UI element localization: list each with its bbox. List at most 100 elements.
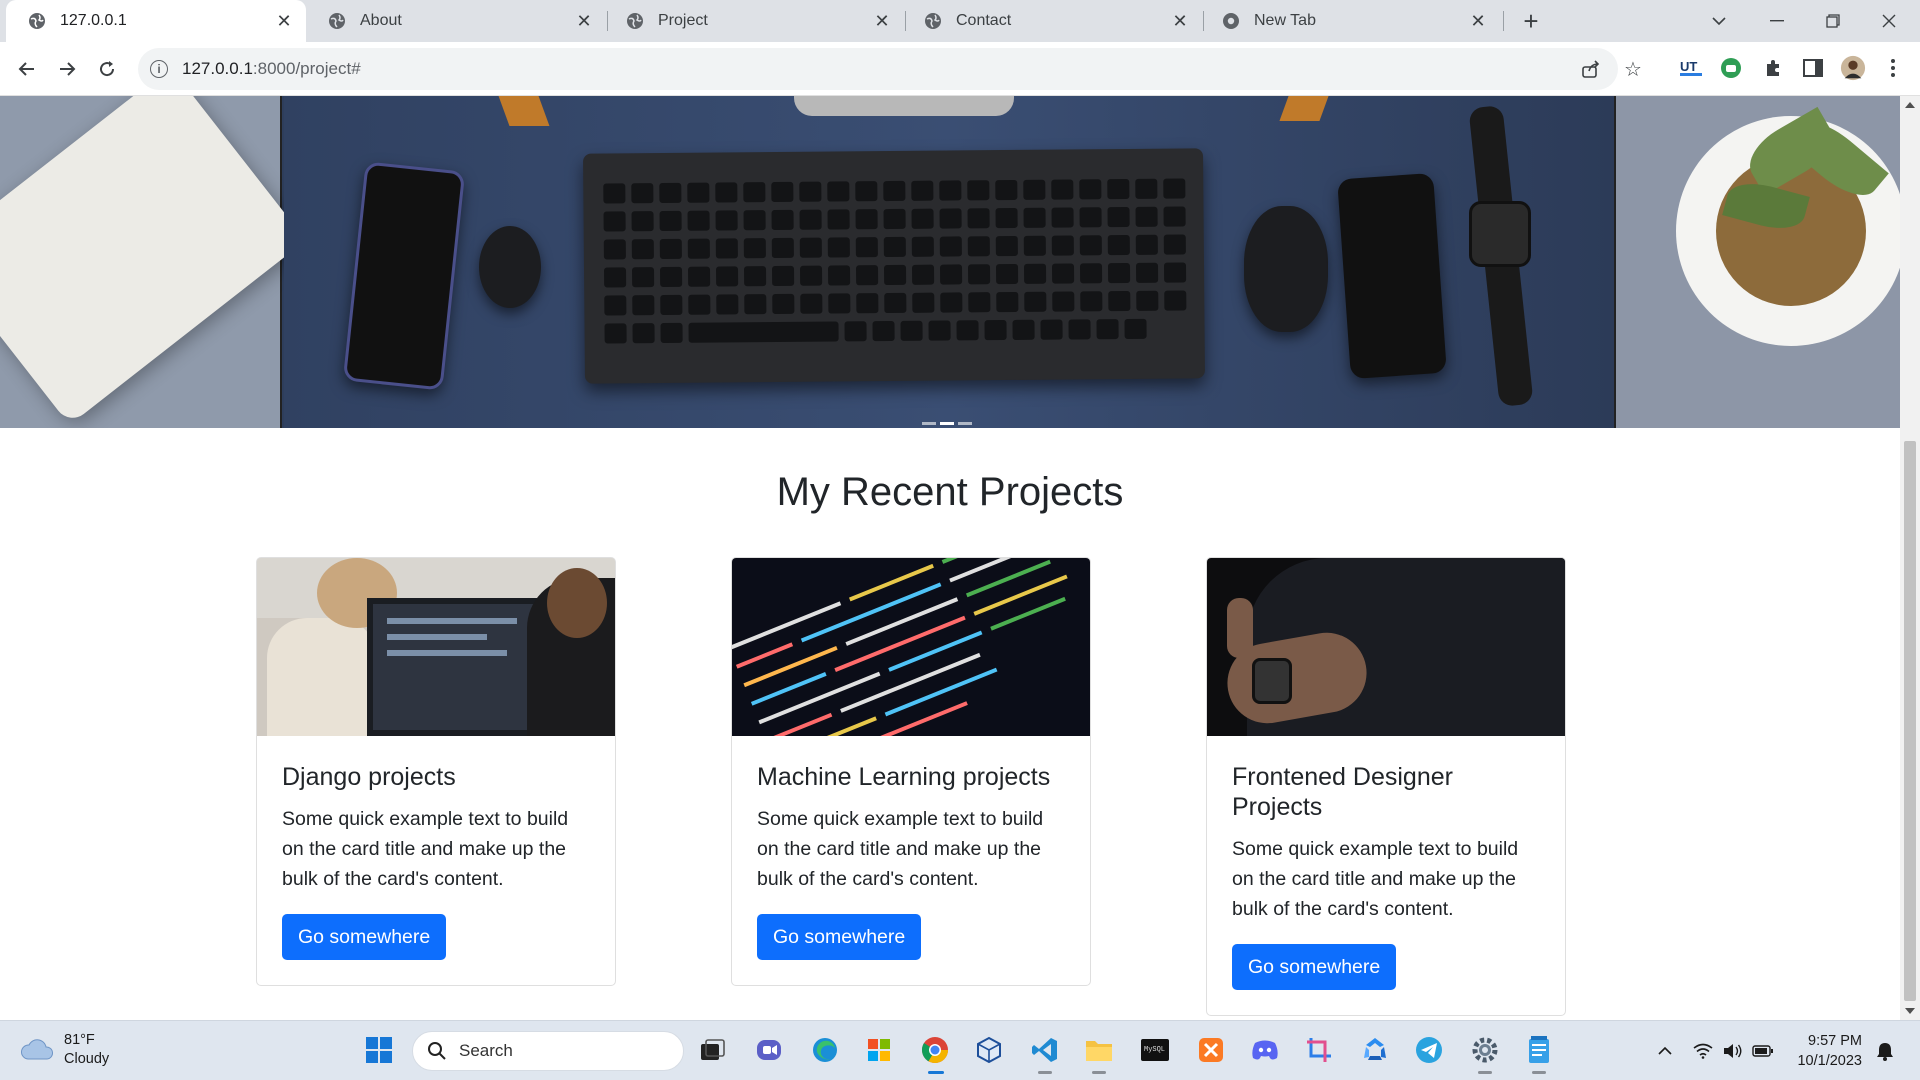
wifi-icon[interactable]	[1690, 1033, 1716, 1069]
battery-icon[interactable]	[1750, 1033, 1776, 1069]
close-icon[interactable]: ✕	[274, 11, 294, 31]
globe-icon	[627, 13, 643, 29]
running-app-indicator	[1478, 1071, 1492, 1074]
settings-gear-icon[interactable]	[1468, 1033, 1502, 1067]
go-somewhere-button[interactable]: Go somewhere	[757, 914, 922, 960]
tab-about[interactable]: About ✕	[306, 0, 606, 42]
chrome-icon[interactable]	[918, 1033, 952, 1067]
telegram-icon[interactable]	[1412, 1033, 1446, 1067]
profile-avatar[interactable]	[1840, 55, 1866, 81]
share-icon[interactable]	[1578, 56, 1604, 82]
vscode-icon[interactable]	[1028, 1033, 1062, 1067]
extension-green-icon[interactable]	[1718, 55, 1744, 81]
tab-new-tab[interactable]: New Tab ✕	[1200, 0, 1500, 42]
go-somewhere-button[interactable]: Go somewhere	[282, 914, 447, 960]
more-menu-icon[interactable]	[1880, 55, 1906, 81]
microsoft-store-icon[interactable]	[862, 1033, 896, 1067]
url-path: :8000/project#	[252, 59, 361, 78]
running-app-indicator	[1532, 1071, 1546, 1074]
taskbar-search[interactable]: Search	[412, 1031, 684, 1071]
restore-button[interactable]	[1810, 0, 1856, 42]
task-view-icon[interactable]	[696, 1033, 730, 1067]
scrollbar-thumb[interactable]	[1904, 441, 1916, 1001]
monitor-stand	[794, 96, 1014, 116]
weather-desc: Cloudy	[64, 1051, 110, 1067]
cloud-icon	[21, 1039, 53, 1060]
globe-icon	[29, 13, 45, 29]
scroll-up-arrow-icon[interactable]	[1905, 102, 1915, 108]
address-bar[interactable]: i 127.0.0.1:8000/project# ☆	[138, 48, 1642, 90]
keyboard-image	[583, 148, 1205, 384]
minimize-button[interactable]	[1754, 0, 1800, 42]
project-card-machine-learning: Machine Learning projects Some quick exa…	[731, 557, 1091, 986]
person-head	[547, 568, 607, 638]
tab-project[interactable]: Project ✕	[604, 0, 904, 42]
code-screen-image	[732, 558, 1068, 736]
carousel-indicators	[922, 422, 972, 425]
back-button[interactable]	[12, 54, 42, 84]
card-body: Django projects Some quick example text …	[257, 736, 615, 985]
side-panel-icon[interactable]	[1800, 55, 1826, 81]
carousel-indicator[interactable]	[940, 422, 954, 425]
discord-icon[interactable]	[1248, 1033, 1282, 1067]
hero-carousel[interactable]	[0, 96, 1900, 428]
puzzle-extensions-icon[interactable]	[1760, 55, 1786, 81]
new-tab-button[interactable]: +	[1516, 6, 1546, 36]
system-clock[interactable]: 9:57 PM 10/1/2023	[1790, 1031, 1862, 1071]
project-card-django: Django projects Some quick example text …	[256, 557, 616, 986]
weather-widget[interactable]: 81°F Cloudy	[20, 1031, 109, 1069]
search-icon	[428, 1042, 446, 1060]
tab-search-chevron-icon[interactable]	[1696, 0, 1742, 42]
show-hidden-icons-chevron-icon[interactable]	[1652, 1033, 1678, 1069]
thumb	[1227, 598, 1253, 658]
svg-text:UT: UT	[1680, 59, 1697, 74]
extension-ut-icon[interactable]: UT	[1678, 55, 1704, 81]
mouse-image	[479, 226, 541, 308]
page-scrollbar[interactable]	[1900, 96, 1920, 1020]
carousel-indicator[interactable]	[958, 422, 972, 425]
wood-stand-right	[1279, 96, 1329, 121]
tab-label: Contact	[956, 12, 1012, 29]
clock-time: 9:57 PM	[1808, 1033, 1862, 1049]
virtualbox-icon[interactable]	[972, 1033, 1006, 1067]
close-icon[interactable]: ✕	[1170, 11, 1190, 31]
carousel-indicator[interactable]	[922, 422, 936, 425]
carousel-slide-next	[1614, 96, 1900, 428]
browser-toolbar: i 127.0.0.1:8000/project# ☆ UT	[0, 42, 1920, 96]
card-text: Some quick example text to build on the …	[757, 808, 1044, 890]
tab-label: Project	[658, 12, 708, 29]
person-striped-shirt	[267, 618, 377, 736]
windows-start-icon[interactable]	[362, 1033, 396, 1067]
close-window-button[interactable]	[1866, 0, 1912, 42]
chrome-icon	[1223, 13, 1239, 29]
edge-browser-icon[interactable]	[808, 1033, 842, 1067]
carousel-slide-previous	[0, 96, 306, 428]
weather-temp: 81°F	[64, 1032, 95, 1048]
forward-button[interactable]	[52, 54, 82, 84]
close-icon[interactable]: ✕	[1468, 11, 1488, 31]
bookmark-star-icon[interactable]: ☆	[1620, 56, 1646, 82]
carousel-slide-active	[284, 96, 1614, 428]
recycle-sync-icon[interactable]	[1358, 1033, 1392, 1067]
notepad-icon[interactable]	[1522, 1033, 1556, 1067]
tab-contact[interactable]: Contact ✕	[902, 0, 1202, 42]
close-icon[interactable]: ✕	[574, 11, 594, 31]
notification-bell-icon[interactable]	[1872, 1033, 1898, 1069]
url-host: 127.0.0.1	[182, 59, 253, 78]
site-info-icon[interactable]: i	[150, 60, 168, 78]
xampp-icon[interactable]	[1194, 1033, 1228, 1067]
file-explorer-icon[interactable]	[1082, 1033, 1116, 1067]
go-somewhere-button[interactable]: Go somewhere	[1232, 944, 1397, 990]
close-icon[interactable]: ✕	[872, 11, 892, 31]
volume-icon[interactable]	[1720, 1033, 1746, 1069]
tab-home[interactable]: 127.0.0.1 ✕	[6, 0, 306, 42]
card-text: Some quick example text to build on the …	[1232, 838, 1519, 920]
terminal-icon[interactable]: MySQL	[1138, 1033, 1172, 1067]
wood-stand-left	[498, 96, 550, 126]
snipping-tool-icon[interactable]	[1302, 1033, 1336, 1067]
watch-image	[1252, 658, 1292, 704]
scroll-down-arrow-icon[interactable]	[1905, 1008, 1915, 1014]
tab-label: 127.0.0.1	[60, 12, 127, 29]
reload-button[interactable]	[92, 54, 122, 84]
teams-chat-icon[interactable]	[752, 1033, 786, 1067]
